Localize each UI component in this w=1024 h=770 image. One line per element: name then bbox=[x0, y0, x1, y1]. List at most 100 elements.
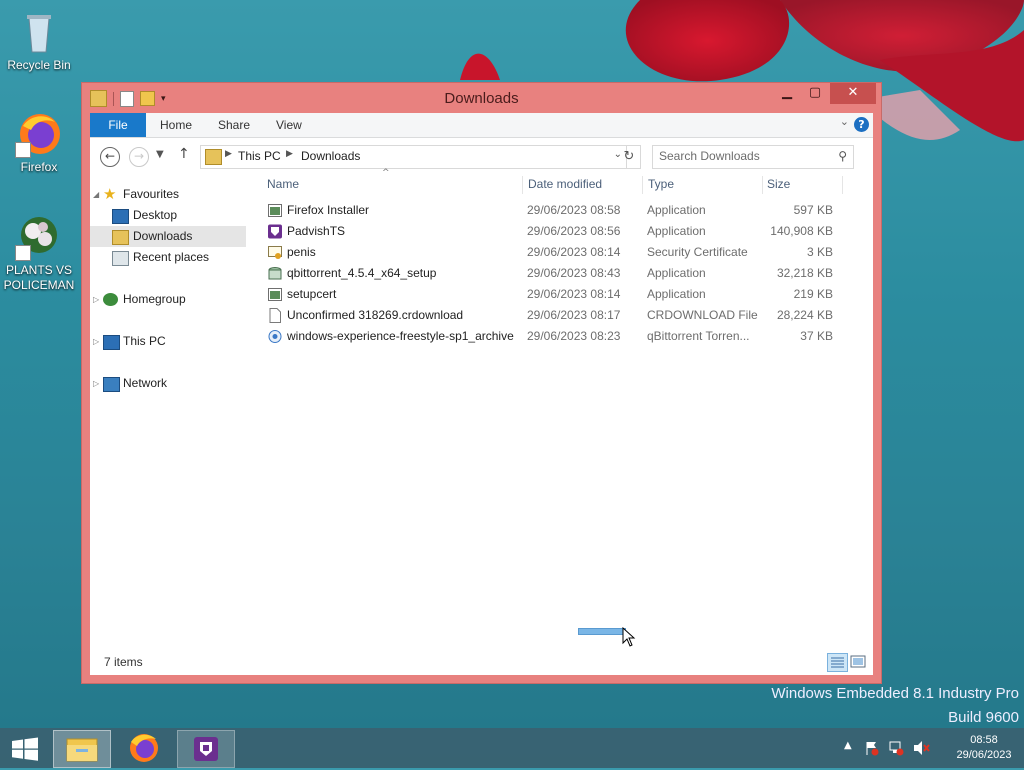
show-hidden-icons[interactable]: ▲ bbox=[844, 740, 852, 751]
taskbar: ▲ 08:58 29/06/2023 bbox=[0, 728, 1024, 768]
breadcrumb-this-pc[interactable]: This PC bbox=[238, 149, 281, 163]
network-tray-icon[interactable] bbox=[888, 740, 904, 756]
tree-desktop[interactable]: Desktop bbox=[90, 205, 250, 226]
system-clock[interactable]: 08:58 29/06/2023 bbox=[944, 733, 1024, 763]
search-icon[interactable]: ⚲ bbox=[838, 149, 847, 163]
file-row[interactable]: PadvishTS 29/06/2023 08:56 Application 140,… bbox=[260, 221, 860, 242]
file-row[interactable]: Unconfirmed 318269.crdownload 29/06/2023 … bbox=[260, 305, 860, 326]
close-button[interactable]: ✕ bbox=[830, 83, 876, 104]
title-bar[interactable]: ▾ Downloads ▁ ▢ ✕ bbox=[82, 83, 881, 113]
column-separator[interactable] bbox=[762, 176, 763, 194]
search-box[interactable]: ⚲ bbox=[652, 145, 854, 169]
chevron-right-icon[interactable]: ▶ bbox=[286, 149, 293, 159]
column-separator[interactable] bbox=[842, 176, 843, 194]
column-separator[interactable] bbox=[642, 176, 643, 194]
installer-icon bbox=[268, 266, 282, 281]
file-row[interactable]: Firefox Installer 29/06/2023 08:58 Applica… bbox=[260, 200, 860, 221]
desktop-icon-label: Firefox bbox=[20, 160, 58, 174]
address-bar[interactable]: ▶ This PC ▶ Downloads ⌄ bbox=[200, 145, 627, 169]
tree-recent-places[interactable]: Recent places bbox=[90, 247, 250, 268]
details-view-button[interactable] bbox=[827, 653, 848, 672]
file-type: Application bbox=[647, 224, 706, 238]
up-button[interactable]: ↑ bbox=[178, 146, 190, 162]
column-header-name[interactable]: Name bbox=[267, 174, 517, 194]
os-watermark-edition: Windows Embedded 8.1 Industry Pro bbox=[771, 685, 1019, 702]
tree-label: Desktop bbox=[133, 208, 178, 222]
taskbar-padvish[interactable] bbox=[177, 730, 235, 768]
maximize-button[interactable]: ▢ bbox=[802, 83, 828, 104]
tab-home[interactable]: Home bbox=[160, 113, 192, 137]
file-date-modified: 29/06/2023 08:14 bbox=[527, 245, 621, 259]
file-name: setupcert bbox=[287, 287, 337, 301]
taskbar-firefox[interactable] bbox=[116, 730, 172, 766]
tab-share[interactable]: Share bbox=[218, 113, 250, 137]
firefox-icon bbox=[15, 110, 63, 158]
column-header-size[interactable]: Size bbox=[767, 174, 837, 194]
window-title: Downloads bbox=[444, 90, 519, 107]
tree-this-pc[interactable]: ▷ This PC bbox=[90, 331, 250, 352]
file-explorer-icon bbox=[66, 738, 98, 762]
tab-view[interactable]: View bbox=[276, 113, 302, 137]
taskbar-file-explorer[interactable] bbox=[53, 730, 111, 768]
chevron-right-icon[interactable]: ▶ bbox=[225, 149, 232, 159]
file-date-modified: 29/06/2023 08:23 bbox=[527, 329, 621, 343]
file-row[interactable]: qbittorrent_4.5.4_x64_setup 29/06/2023 08… bbox=[260, 263, 860, 284]
action-center-flag-icon[interactable] bbox=[864, 740, 880, 756]
tree-label: Favourites bbox=[123, 187, 180, 201]
collapsed-arrow-icon[interactable]: ▷ bbox=[93, 289, 99, 310]
file-name: windows-experience-freestyle-sp1_archive bbox=[287, 329, 514, 343]
desktop-icon-plants-vs-policeman[interactable]: PLANTS VS POLICEMAN bbox=[1, 213, 77, 293]
file-type: qBittorrent Torren... bbox=[647, 329, 750, 343]
column-separator[interactable] bbox=[522, 176, 523, 194]
file-name: Firefox Installer bbox=[287, 203, 370, 217]
tree-favourites[interactable]: ◢ ★ Favourites bbox=[90, 184, 250, 205]
minimize-button[interactable]: ▁ bbox=[774, 83, 800, 104]
recent-locations-dropdown[interactable]: ▼ bbox=[156, 149, 164, 160]
file-type: Security Certificate bbox=[647, 245, 748, 259]
file-row[interactable]: windows-experience-freestyle-sp1_archive… bbox=[260, 326, 860, 347]
column-header-type[interactable]: Type bbox=[648, 174, 758, 194]
large-icons-view-button[interactable] bbox=[850, 654, 866, 669]
forward-button[interactable]: → bbox=[129, 147, 149, 167]
tab-file[interactable]: File bbox=[90, 113, 146, 137]
refresh-button[interactable]: ↻ bbox=[618, 145, 641, 169]
drag-selection-rectangle bbox=[578, 628, 626, 635]
blank-file-icon bbox=[268, 308, 282, 323]
file-name: Unconfirmed 318269.crdownload bbox=[287, 308, 464, 322]
file-list: Name ^ Date modified Type Size Firefox I… bbox=[260, 168, 865, 644]
network-icon bbox=[103, 377, 120, 392]
tree-network[interactable]: ▷ Network bbox=[90, 373, 250, 394]
volume-muted-icon[interactable] bbox=[912, 740, 930, 756]
tree-homegroup[interactable]: ▷ Homegroup bbox=[90, 289, 250, 310]
column-header-date[interactable]: Date modified bbox=[528, 174, 638, 194]
torrent-icon bbox=[268, 329, 282, 344]
breadcrumb-downloads[interactable]: Downloads bbox=[301, 149, 360, 163]
file-type: Application bbox=[647, 287, 706, 301]
back-button[interactable]: ← bbox=[100, 147, 120, 167]
clock-time: 08:58 bbox=[970, 734, 998, 746]
start-button[interactable] bbox=[10, 737, 40, 761]
desktop-icon bbox=[112, 209, 129, 224]
file-row[interactable]: setupcert 29/06/2023 08:14 Application 219 … bbox=[260, 284, 860, 305]
search-input[interactable] bbox=[659, 149, 824, 163]
collapsed-arrow-icon[interactable]: ▷ bbox=[93, 331, 99, 352]
expanded-arrow-icon[interactable]: ◢ bbox=[93, 184, 99, 205]
desktop-icon-firefox[interactable]: Firefox bbox=[1, 110, 77, 175]
file-type: CRDOWNLOAD File bbox=[647, 308, 758, 322]
file-row[interactable]: penis 29/06/2023 08:14 Security Certificat… bbox=[260, 242, 860, 263]
tree-downloads[interactable]: Downloads bbox=[90, 226, 246, 247]
sort-ascending-icon: ^ bbox=[382, 168, 390, 178]
shortcut-arrow-icon bbox=[15, 245, 31, 261]
content-area: ← → ▼ ↑ ▶ This PC ▶ Downloads ⌄ ↻ ⚲ ◢ ★ bbox=[90, 138, 873, 675]
downloads-folder-icon bbox=[112, 230, 129, 245]
homegroup-icon bbox=[103, 293, 118, 306]
item-count: 7 items bbox=[104, 655, 143, 669]
help-icon[interactable]: ? bbox=[854, 117, 869, 132]
desktop-icon-recycle-bin[interactable]: Recycle Bin bbox=[1, 8, 77, 73]
file-type: Application bbox=[647, 266, 706, 280]
plants-vs-policeman-icon bbox=[15, 213, 63, 261]
shortcut-arrow-icon bbox=[15, 142, 31, 158]
expand-ribbon-icon[interactable]: ⌄ bbox=[840, 115, 849, 128]
collapsed-arrow-icon[interactable]: ▷ bbox=[93, 373, 99, 394]
desktop-icon-label: PLANTS VS POLICEMAN bbox=[3, 263, 75, 292]
